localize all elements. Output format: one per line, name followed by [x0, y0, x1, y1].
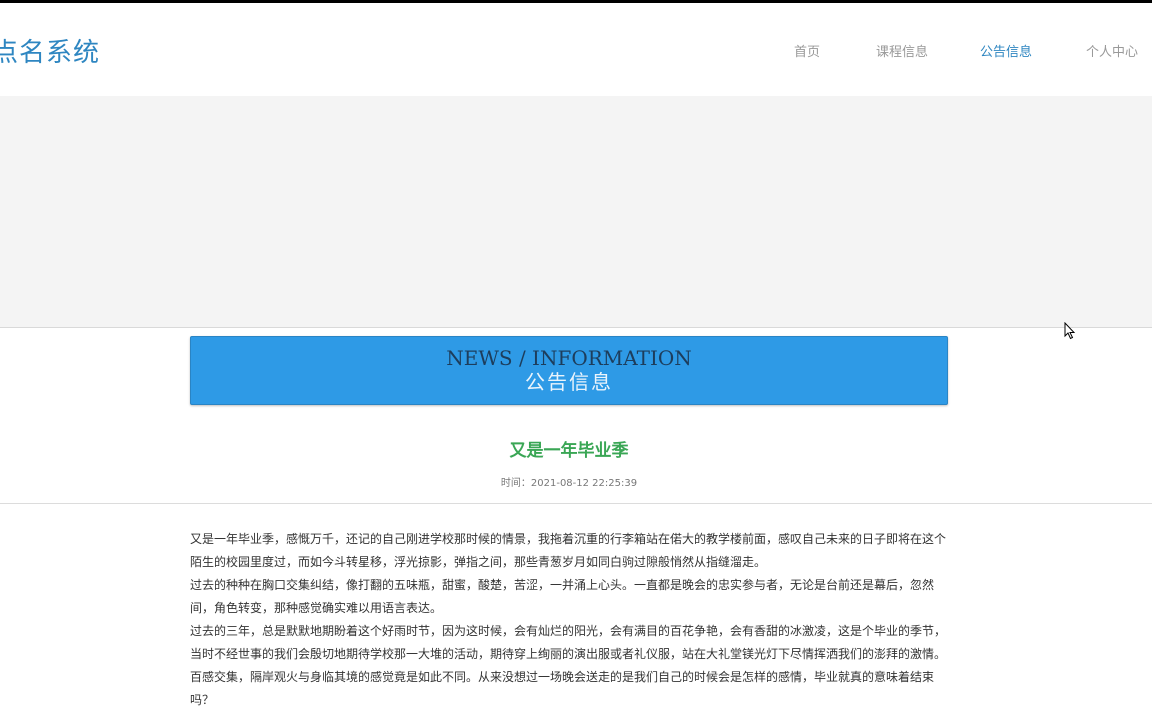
article-paragraph: 又是一年毕业季，感慨万千，还记的自己刚进学校那时候的情景，我拖着沉重的行李箱站在…	[190, 532, 947, 569]
banner-area	[0, 96, 1152, 328]
nav-item-home[interactable]: 首页	[794, 41, 820, 60]
section-title-cn: 公告信息	[525, 370, 613, 394]
article-time: 时间：2021-08-12 22:25:39	[500, 478, 638, 489]
article-title: 又是一年毕业季	[509, 441, 629, 461]
site-header: 点名系统 首页 课程信息 公告信息 个人中心	[0, 3, 1152, 96]
section-title-box: NEWS / INFORMATION 公告信息	[190, 336, 948, 405]
nav-item-profile[interactable]: 个人中心	[1086, 41, 1138, 60]
content-divider	[0, 503, 1152, 504]
main-nav: 首页 课程信息 公告信息 个人中心	[0, 41, 1152, 61]
article-body: 又是一年毕业季，感慨万千，还记的自己刚进学校那时候的情景，我拖着沉重的行李箱站在…	[190, 528, 950, 712]
article-paragraph: 过去的种种在胸口交集纠结，像打翻的五味瓶，甜蜜，酸楚，苦涩，一并涌上心头。一直都…	[190, 578, 935, 615]
mouse-cursor-icon	[1064, 322, 1076, 340]
article-paragraph: 过去的三年，总是默默地期盼着这个好雨时节，因为这时候，会有灿烂的阳光，会有满目的…	[190, 624, 947, 661]
nav-item-announcements[interactable]: 公告信息	[980, 41, 1032, 60]
section-title-en: NEWS / INFORMATION	[446, 346, 692, 370]
nav-item-courses[interactable]: 课程信息	[876, 41, 928, 60]
article-paragraph: 百感交集，隔岸观火与身临其境的感觉竟是如此不同。从来没想过一场晚会送走的是我们自…	[190, 670, 935, 707]
